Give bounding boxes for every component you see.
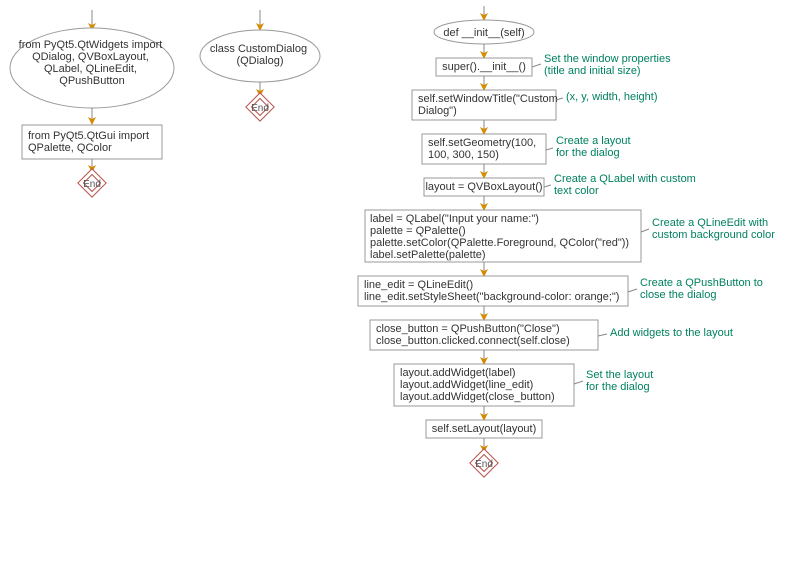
ellipse-init-text: def __init__(self): [443, 27, 524, 39]
comment-lineedit: Create a QLineEdit with custom backgroun…: [652, 217, 775, 241]
comment-xywh: (x, y, width, height): [566, 91, 658, 103]
end-node-col3: End: [470, 449, 498, 477]
comment-layout: Create a layout for the dialog: [556, 135, 634, 159]
svg-text:End: End: [475, 459, 493, 470]
box-setlayout-text: self.setLayout(layout): [432, 423, 537, 435]
flowchart-diagram: from PyQt5.QtWidgets import QDialog, QVB…: [0, 0, 805, 578]
comment-window-props: Set the window properties (title and ini…: [544, 53, 674, 77]
box-layout-text: layout = QVBoxLayout(): [425, 181, 542, 193]
box-super-text: super().__init__(): [442, 61, 526, 73]
end-node-col1: End: [78, 169, 106, 197]
box-button-text: close_button = QPushButton("Close") clos…: [376, 323, 570, 347]
end-node-col2: End: [246, 93, 274, 121]
comment-pushbutton: Create a QPushButton to close the dialog: [640, 277, 766, 301]
comment-qlabel: Create a QLabel with custom text color: [554, 173, 699, 197]
svg-text:End: End: [83, 179, 101, 190]
svg-text:End: End: [251, 103, 269, 114]
col1: from PyQt5.QtWidgets import QDialog, QVB…: [10, 10, 174, 197]
col2: class CustomDialog (QDialog) End: [200, 10, 320, 121]
comment-addwidgets: Add widgets to the layout: [610, 327, 733, 339]
comment-setlayout: Set the layout for the dialog: [586, 369, 656, 393]
col3: def __init__(self) super().__init__() Se…: [358, 6, 775, 477]
